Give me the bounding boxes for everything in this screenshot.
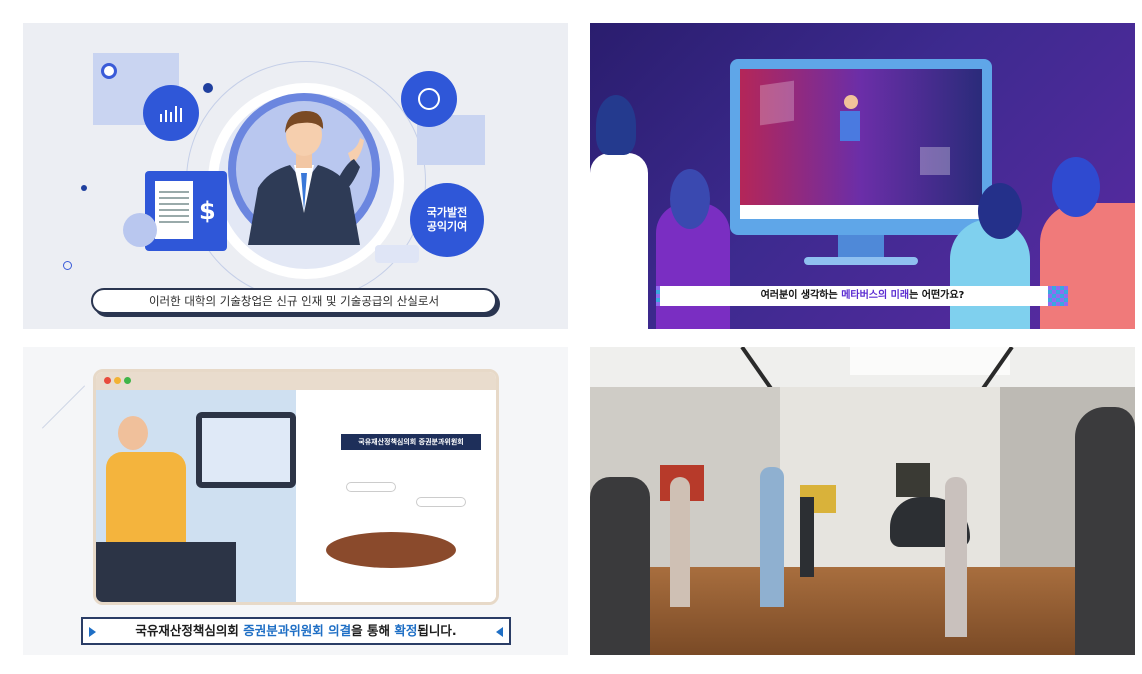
caption-arrow-left-icon: [89, 627, 96, 637]
deco-dot: [81, 185, 87, 191]
monitor-screen: [202, 418, 290, 482]
caption-bar: 이러한 대학의 기술창업은 신규 인재 및 기술공급의 산실로서: [91, 288, 497, 314]
floating-panel: [760, 80, 794, 126]
national-badge: 국가발전 공익기여: [410, 183, 484, 257]
badge-line-1: 국가발전: [426, 206, 468, 219]
clipboard-dollar-icon: $: [145, 171, 227, 251]
checker-decor-right: [1048, 286, 1068, 306]
desk-chair: [96, 542, 236, 602]
caption-highlight: 확정: [394, 623, 418, 638]
caption-highlight: 메타버스의 미래: [841, 290, 910, 301]
caption-arrow-right-icon: [496, 627, 503, 637]
gargoyle-statue-left: [590, 477, 650, 655]
dollar-person-bubble-icon: [401, 71, 457, 127]
caption-text: 여러분이 생각하는: [760, 290, 842, 301]
caption-text: 는 어떤가요?: [909, 290, 965, 301]
viewer-left-hair: [596, 95, 636, 155]
painting: [896, 463, 930, 497]
caption-bar: 여러분이 생각하는 메타버스의 미래는 어떤가요?: [660, 286, 1065, 306]
browser-window: [93, 369, 499, 605]
caption-text: 을 통해: [351, 623, 395, 638]
thumbnail-startup-presenter[interactable]: $ 국가발전 공익기여 이러한 대학의 기술창업은 신규 인재 및 기술공급의 …: [23, 23, 568, 329]
window-titlebar: [96, 372, 496, 390]
caption-highlight: 증권분과위원회 의결: [243, 623, 352, 638]
deco-line: [41, 385, 86, 429]
thumbnail-virtual-museum[interactable]: [590, 347, 1135, 655]
viewer-purple-hair: [670, 169, 710, 229]
thumbnail-metaverse-future[interactable]: 여러분이 생각하는 메타버스의 미래는 어떤가요?: [590, 23, 1135, 329]
worker-figure: [106, 452, 186, 542]
gargoyle-statue-right: [1075, 407, 1135, 655]
speech-bubble: [346, 482, 396, 492]
visitor-man: [760, 467, 784, 607]
deco-circle: [123, 213, 157, 247]
viewer-left: [590, 153, 648, 329]
visitor-woman: [670, 477, 690, 607]
monitor-stand: [838, 235, 884, 259]
badge-line-2: 공익기여: [426, 220, 468, 233]
floating-panel: [920, 147, 950, 175]
pedestal: [800, 497, 814, 577]
viewer-blue-hair: [978, 183, 1022, 239]
monitor-base: [804, 257, 918, 265]
visitor-woman-walking: [945, 477, 967, 637]
skylight: [850, 347, 1010, 375]
close-dot-icon: [104, 377, 111, 384]
viewer-right-hair: [1052, 157, 1100, 217]
presenter-figure: [248, 111, 364, 245]
maximize-dot-icon: [124, 377, 131, 384]
caption-bar: 국유재산정책심의회 증권분과위원회 의결을 통해 확정됩니다.: [81, 617, 511, 645]
deco-dot: [203, 83, 213, 93]
caption-text: 됩니다.: [417, 623, 457, 638]
viewer-right: [1040, 203, 1135, 329]
chart-bubble-icon: [143, 85, 199, 141]
deco-dot: [63, 261, 72, 270]
worker-head: [118, 416, 148, 450]
meeting-scene: [296, 390, 496, 602]
dollar-sign: $: [199, 197, 216, 225]
vr-user-figure: [840, 111, 860, 141]
speech-bubble: [416, 497, 466, 507]
chat-icon: [101, 63, 117, 79]
council-label: 국유재산정책심의회 증권분과위원회: [341, 434, 481, 450]
vr-user-head: [844, 95, 858, 109]
thumbnail-council-resolution[interactable]: 국유재산정책심의회 증권분과위원회 국유재산정책심의회 증권분과위원회 의결을 …: [23, 347, 568, 655]
caption-text: 국유재산정책심의회: [135, 623, 244, 638]
meeting-table: [326, 532, 456, 568]
monitor-chin: [740, 205, 982, 219]
gear-chip: [375, 245, 419, 263]
minimize-dot-icon: [114, 377, 121, 384]
